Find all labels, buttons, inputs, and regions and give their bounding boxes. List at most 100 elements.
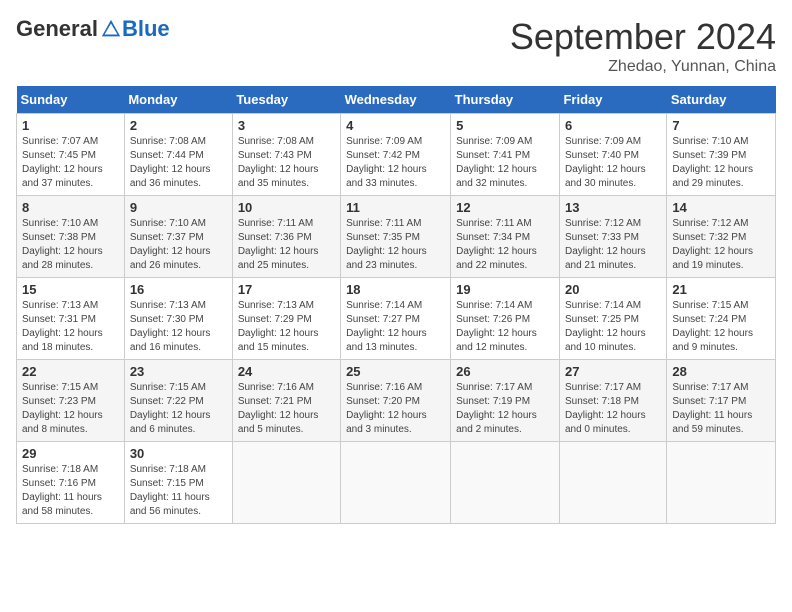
weekday-header-sunday: Sunday	[17, 86, 125, 114]
day-info: Sunrise: 7:16 AM Sunset: 7:21 PM Dayligh…	[238, 381, 335, 437]
day-number: 25	[346, 364, 445, 379]
calendar-cell: 5 Sunrise: 7:09 AM Sunset: 7:41 PM Daylig…	[451, 114, 560, 196]
day-info: Sunrise: 7:18 AM Sunset: 7:15 PM Dayligh…	[130, 463, 227, 519]
calendar-week-row: 29 Sunrise: 7:18 AM Sunset: 7:16 PM Dayli…	[17, 442, 776, 524]
day-number: 26	[456, 364, 554, 379]
weekday-header-friday: Friday	[559, 86, 666, 114]
weekday-header-row: SundayMondayTuesdayWednesdayThursdayFrid…	[17, 86, 776, 114]
page-header: General Blue September 2024 Zhedao, Yunn…	[16, 16, 776, 76]
day-info: Sunrise: 7:09 AM Sunset: 7:42 PM Dayligh…	[346, 135, 445, 191]
calendar-cell: 20Sunrise: 7:14 AM Sunset: 7:25 PM Dayli…	[559, 278, 666, 360]
calendar-week-row: 1Sunrise: 7:07 AM Sunset: 7:45 PM Daylig…	[17, 114, 776, 196]
day-number: 8	[22, 200, 119, 215]
day-info: Sunrise: 7:09 AM Sunset: 7:40 PM Dayligh…	[565, 135, 661, 191]
calendar-cell: 19 Sunrise: 7:14 AM Sunset: 7:26 PM Dayli…	[451, 278, 560, 360]
day-info: Sunrise: 7:14 AM Sunset: 7:26 PM Dayligh…	[456, 299, 554, 355]
day-number: 5	[456, 118, 554, 133]
day-info: Sunrise: 7:15 AM Sunset: 7:23 PM Dayligh…	[22, 381, 119, 437]
logo: General Blue	[16, 16, 170, 42]
weekday-header-saturday: Saturday	[667, 86, 776, 114]
calendar-week-row: 22 Sunrise: 7:15 AM Sunset: 7:23 PM Dayli…	[17, 360, 776, 442]
weekday-header-monday: Monday	[124, 86, 232, 114]
day-info: Sunrise: 7:16 AM Sunset: 7:20 PM Dayligh…	[346, 381, 445, 437]
weekday-header-wednesday: Wednesday	[341, 86, 451, 114]
day-info: Sunrise: 7:18 AM Sunset: 7:16 PM Dayligh…	[22, 463, 119, 519]
day-info: Sunrise: 7:14 AM Sunset: 7:27 PM Dayligh…	[346, 299, 445, 355]
calendar-cell: 11 Sunrise: 7:11 AM Sunset: 7:35 PM Dayli…	[341, 196, 451, 278]
day-number: 2	[130, 118, 227, 133]
calendar-cell: 15Sunrise: 7:13 AM Sunset: 7:31 PM Dayli…	[17, 278, 125, 360]
day-info: Sunrise: 7:12 AM Sunset: 7:33 PM Dayligh…	[565, 217, 661, 273]
calendar-cell: 25 Sunrise: 7:16 AM Sunset: 7:20 PM Dayli…	[341, 360, 451, 442]
day-number: 7	[672, 118, 770, 133]
calendar-cell: 2 Sunrise: 7:08 AM Sunset: 7:44 PM Daylig…	[124, 114, 232, 196]
calendar-cell	[341, 442, 451, 524]
month-title: September 2024	[510, 16, 776, 58]
calendar-cell: 26 Sunrise: 7:17 AM Sunset: 7:19 PM Dayli…	[451, 360, 560, 442]
calendar-cell: 13 Sunrise: 7:12 AM Sunset: 7:33 PM Dayli…	[559, 196, 666, 278]
calendar-cell: 30 Sunrise: 7:18 AM Sunset: 7:15 PM Dayli…	[124, 442, 232, 524]
calendar-cell: 3 Sunrise: 7:08 AM Sunset: 7:43 PM Daylig…	[232, 114, 340, 196]
day-info: Sunrise: 7:11 AM Sunset: 7:34 PM Dayligh…	[456, 217, 554, 273]
calendar-table: SundayMondayTuesdayWednesdayThursdayFrid…	[16, 86, 776, 524]
calendar-cell: 23Sunrise: 7:15 AM Sunset: 7:22 PM Dayli…	[124, 360, 232, 442]
calendar-cell: 10Sunrise: 7:11 AM Sunset: 7:36 PM Dayli…	[232, 196, 340, 278]
day-info: Sunrise: 7:11 AM Sunset: 7:36 PM Dayligh…	[238, 217, 335, 273]
day-info: Sunrise: 7:15 AM Sunset: 7:24 PM Dayligh…	[672, 299, 770, 355]
logo-general-text: General	[16, 16, 98, 42]
calendar-cell: 17 Sunrise: 7:13 AM Sunset: 7:29 PM Dayli…	[232, 278, 340, 360]
calendar-cell: 28Sunrise: 7:17 AM Sunset: 7:17 PM Dayli…	[667, 360, 776, 442]
day-info: Sunrise: 7:09 AM Sunset: 7:41 PM Dayligh…	[456, 135, 554, 191]
day-number: 14	[672, 200, 770, 215]
calendar-cell: 9 Sunrise: 7:10 AM Sunset: 7:37 PM Daylig…	[124, 196, 232, 278]
calendar-cell: 21 Sunrise: 7:15 AM Sunset: 7:24 PM Dayli…	[667, 278, 776, 360]
logo-icon	[100, 18, 122, 40]
day-info: Sunrise: 7:14 AM Sunset: 7:25 PM Dayligh…	[565, 299, 661, 355]
calendar-cell	[559, 442, 666, 524]
day-info: Sunrise: 7:13 AM Sunset: 7:30 PM Dayligh…	[130, 299, 227, 355]
day-info: Sunrise: 7:17 AM Sunset: 7:19 PM Dayligh…	[456, 381, 554, 437]
day-number: 27	[565, 364, 661, 379]
day-number: 4	[346, 118, 445, 133]
calendar-cell	[232, 442, 340, 524]
day-info: Sunrise: 7:13 AM Sunset: 7:31 PM Dayligh…	[22, 299, 119, 355]
calendar-cell	[451, 442, 560, 524]
day-number: 21	[672, 282, 770, 297]
logo-blue-text: Blue	[122, 16, 170, 42]
calendar-cell: 8Sunrise: 7:10 AM Sunset: 7:38 PM Daylig…	[17, 196, 125, 278]
day-info: Sunrise: 7:15 AM Sunset: 7:22 PM Dayligh…	[130, 381, 227, 437]
day-info: Sunrise: 7:17 AM Sunset: 7:18 PM Dayligh…	[565, 381, 661, 437]
day-number: 24	[238, 364, 335, 379]
day-info: Sunrise: 7:13 AM Sunset: 7:29 PM Dayligh…	[238, 299, 335, 355]
day-number: 17	[238, 282, 335, 297]
day-info: Sunrise: 7:11 AM Sunset: 7:35 PM Dayligh…	[346, 217, 445, 273]
day-number: 30	[130, 446, 227, 461]
day-number: 29	[22, 446, 119, 461]
calendar-cell: 27 Sunrise: 7:17 AM Sunset: 7:18 PM Dayli…	[559, 360, 666, 442]
day-number: 22	[22, 364, 119, 379]
calendar-cell: 4 Sunrise: 7:09 AM Sunset: 7:42 PM Daylig…	[341, 114, 451, 196]
calendar-cell: 16Sunrise: 7:13 AM Sunset: 7:30 PM Dayli…	[124, 278, 232, 360]
calendar-cell: 6Sunrise: 7:09 AM Sunset: 7:40 PM Daylig…	[559, 114, 666, 196]
day-info: Sunrise: 7:12 AM Sunset: 7:32 PM Dayligh…	[672, 217, 770, 273]
day-number: 3	[238, 118, 335, 133]
logo-text: General Blue	[16, 16, 170, 42]
day-info: Sunrise: 7:07 AM Sunset: 7:45 PM Dayligh…	[22, 135, 119, 191]
day-info: Sunrise: 7:10 AM Sunset: 7:37 PM Dayligh…	[130, 217, 227, 273]
day-number: 19	[456, 282, 554, 297]
day-info: Sunrise: 7:10 AM Sunset: 7:39 PM Dayligh…	[672, 135, 770, 191]
day-number: 9	[130, 200, 227, 215]
calendar-week-row: 15Sunrise: 7:13 AM Sunset: 7:31 PM Dayli…	[17, 278, 776, 360]
calendar-cell: 22 Sunrise: 7:15 AM Sunset: 7:23 PM Dayli…	[17, 360, 125, 442]
calendar-cell: 24 Sunrise: 7:16 AM Sunset: 7:21 PM Dayli…	[232, 360, 340, 442]
calendar-cell: 1Sunrise: 7:07 AM Sunset: 7:45 PM Daylig…	[17, 114, 125, 196]
day-info: Sunrise: 7:08 AM Sunset: 7:43 PM Dayligh…	[238, 135, 335, 191]
day-info: Sunrise: 7:08 AM Sunset: 7:44 PM Dayligh…	[130, 135, 227, 191]
day-number: 13	[565, 200, 661, 215]
day-info: Sunrise: 7:17 AM Sunset: 7:17 PM Dayligh…	[672, 381, 770, 437]
weekday-header-thursday: Thursday	[451, 86, 560, 114]
location-title: Zhedao, Yunnan, China	[510, 58, 776, 76]
title-block: September 2024 Zhedao, Yunnan, China	[510, 16, 776, 76]
day-number: 11	[346, 200, 445, 215]
calendar-cell	[667, 442, 776, 524]
